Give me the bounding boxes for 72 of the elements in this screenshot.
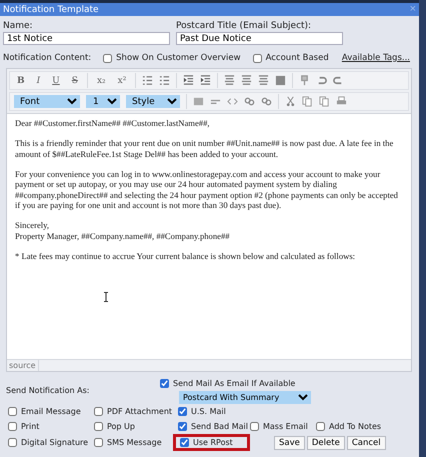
checkbox[interactable] (103, 54, 112, 62)
italic-button[interactable]: I (34, 76, 44, 86)
checkbox[interactable] (94, 438, 103, 447)
paragraph-text: Dear ##Customer.firstName## ##Customer.lastName##, (15, 118, 211, 128)
checkbox-label: Mass Email (263, 422, 308, 431)
checkbox[interactable] (252, 54, 262, 62)
checkbox-label: Send Mail As Email If Available (173, 379, 296, 388)
checkbox[interactable] (8, 422, 17, 431)
toolbar-dropdown[interactable]: Font (14, 95, 80, 108)
checkbox-label: U.S. Mail (191, 407, 226, 416)
align-right-icon[interactable] (258, 75, 270, 86)
paragraph-text: Sincerely, (15, 220, 50, 230)
checkbox-label: Pop Up (107, 422, 135, 431)
printer-icon[interactable] (336, 96, 347, 107)
toolbar-dropdown[interactable]: Style (126, 95, 180, 108)
checkbox-label: Email Message (21, 407, 81, 416)
underline-button[interactable]: U (49, 76, 63, 86)
section-label: Send Notification As: (6, 386, 90, 395)
checkbox-label: PDF Attachment (107, 407, 172, 416)
checkbox-label: Print (21, 422, 40, 431)
checkbox-label: Send Bad Mail (191, 422, 248, 431)
checkbox-label: Use RPost (193, 438, 233, 447)
field-label: Name: (3, 21, 34, 31)
bold-button[interactable]: B (14, 76, 28, 86)
field-label: Postcard Title (Email Subject): (176, 21, 312, 31)
outdent-icon[interactable] (183, 75, 194, 86)
field-label: Notification Content: (3, 53, 92, 63)
copy-icon[interactable] (302, 96, 313, 107)
checkbox[interactable] (250, 422, 259, 431)
name-field[interactable]: 1st Notice (3, 32, 170, 45)
redo-icon[interactable] (333, 75, 344, 86)
dialog-button[interactable]: Delete (306, 436, 345, 450)
text-cursor-icon (103, 292, 109, 302)
mail-type-dropdown[interactable]: Postcard With Summary (179, 390, 311, 404)
paragraph-text: This is a friendly reminder that your rent due on unit number ##Unit.name## is now past due. A late fee in the amount of $##LateRuleFee.1st Stage Del## has been added to your account. (15, 138, 394, 159)
checkbox-label: Show On Customer Overview (116, 53, 241, 63)
numbered-list-icon[interactable] (142, 75, 154, 86)
paragraph-text: Property Manager, ##Company.name##, ##Company.phone## (15, 230, 231, 241)
link-icon[interactable] (244, 96, 255, 107)
scissors-icon[interactable] (285, 96, 296, 107)
checkbox[interactable] (94, 407, 103, 416)
align-left-icon[interactable] (224, 75, 236, 86)
checkbox[interactable] (8, 438, 17, 447)
checkbox[interactable] (178, 407, 187, 416)
checkbox-label: SMS Message (107, 438, 162, 447)
checkbox[interactable] (8, 407, 17, 416)
undo-icon[interactable] (316, 75, 328, 86)
checkbox[interactable] (94, 422, 103, 431)
paste-icon[interactable] (319, 96, 330, 107)
checkbox[interactable] (180, 438, 189, 447)
checkbox[interactable] (316, 422, 325, 431)
bulleted-list-icon[interactable] (159, 75, 170, 86)
checkbox[interactable] (178, 422, 187, 431)
postcard-title-field[interactable]: Past Due Notice (176, 32, 343, 45)
available-tags-link[interactable]: Available Tags... (342, 53, 410, 63)
subscript-button[interactable]: x₂ (94, 76, 109, 86)
superscript-button[interactable]: x² (114, 76, 130, 86)
paragraph-text: * Late fees may continue to accrue Your current balance is shown below and calculated as follows: (15, 250, 356, 262)
checkbox-label: Add To Notes (329, 422, 382, 431)
dialog-button[interactable]: Cancel (346, 436, 386, 450)
window-title: Notification Template (3, 4, 99, 14)
indent-icon[interactable] (200, 75, 212, 86)
align-center-icon[interactable] (241, 75, 252, 86)
checkbox-label: Digital Signature (21, 438, 88, 447)
source-tab[interactable]: source (7, 360, 39, 371)
checkbox-label: Account Based (266, 53, 329, 63)
code-icon[interactable] (227, 96, 238, 107)
paragraph-text: For your convenience you can log in to www.onlinestoragepay.com and access your account to make your payment or set up autopay, or you may use our 24 hour automated payment system by dialing ##company.phoneDirect## and selecting the 24 hour payment option #2 (phone payments can only be accepted if you are paying for one unit and account is not more than 30 days past due). (15, 168, 399, 210)
strikethrough-button[interactable]: S (68, 76, 81, 86)
dialog-button[interactable]: Save (274, 436, 305, 450)
checkbox[interactable] (160, 379, 169, 388)
toolbar-dropdown[interactable]: 1 (86, 95, 120, 108)
